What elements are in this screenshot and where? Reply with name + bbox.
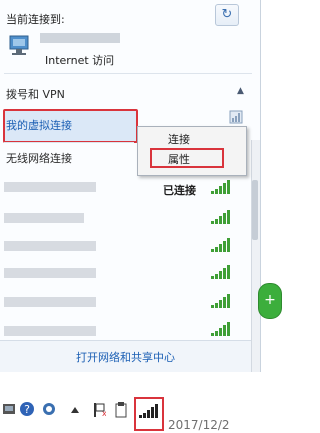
collapse-chevron-icon[interactable]: ▲ — [237, 86, 244, 96]
scrollbar-thumb[interactable] — [252, 180, 258, 240]
section-dialup-vpn: 拨号和 VPN — [6, 88, 65, 101]
divider — [4, 142, 134, 143]
signal-strength-icon — [211, 180, 231, 194]
svg-text:?: ? — [24, 403, 30, 416]
tray-expand-icon[interactable] — [70, 405, 80, 415]
vpn-connection-icon — [229, 110, 243, 124]
svg-text:x: x — [102, 409, 106, 418]
network-name-blurred[interactable] — [4, 297, 96, 307]
divider — [4, 73, 252, 74]
connected-status: 已连接 — [163, 184, 196, 197]
section-wireless: 无线网络连接 — [6, 152, 72, 165]
network-sharing-center-link[interactable]: 打开网络和共享中心 — [0, 349, 251, 365]
network-access-label: Internet 访问 — [45, 54, 115, 67]
signal-strength-icon — [211, 322, 231, 336]
tray-app-icon[interactable] — [2, 402, 16, 416]
network-name-blurred — [4, 182, 96, 192]
network-icon — [9, 35, 29, 55]
tray-app-icon[interactable] — [42, 402, 56, 416]
scrollbar[interactable] — [251, 140, 260, 372]
network-name-blurred[interactable] — [4, 241, 96, 251]
vpn-connection-label: 我的虚拟连接 — [6, 119, 72, 132]
network-name-blurred — [40, 33, 120, 43]
refresh-button[interactable]: ↻ — [215, 4, 239, 26]
current-connection-header: 当前连接到: — [6, 13, 65, 26]
network-name-blurred[interactable] — [4, 213, 84, 223]
signal-strength-icon — [211, 265, 231, 279]
signal-strength-icon — [211, 294, 231, 308]
refresh-icon: ↻ — [221, 7, 233, 22]
help-icon[interactable]: ? — [19, 401, 35, 417]
clipboard-icon[interactable] — [114, 402, 128, 418]
network-name-blurred[interactable] — [4, 268, 96, 278]
network-flyout: 当前连接到: ↻ Internet 访问 拨号和 VPN ▲ 我的虚拟连接 无线… — [0, 0, 261, 372]
network-name-blurred[interactable] — [4, 326, 96, 336]
signal-strength-icon — [211, 238, 231, 252]
taskbar-clock[interactable]: 2017/12/2 — [168, 418, 230, 432]
floating-plus-button[interactable]: + — [258, 283, 282, 319]
context-menu-properties[interactable]: 属性 — [150, 148, 224, 168]
action-center-flag-icon[interactable]: x — [92, 402, 106, 418]
tray-network-signal-icon[interactable] — [139, 404, 159, 418]
signal-strength-icon — [211, 210, 231, 224]
context-menu-connect[interactable]: 连接 — [168, 131, 190, 147]
